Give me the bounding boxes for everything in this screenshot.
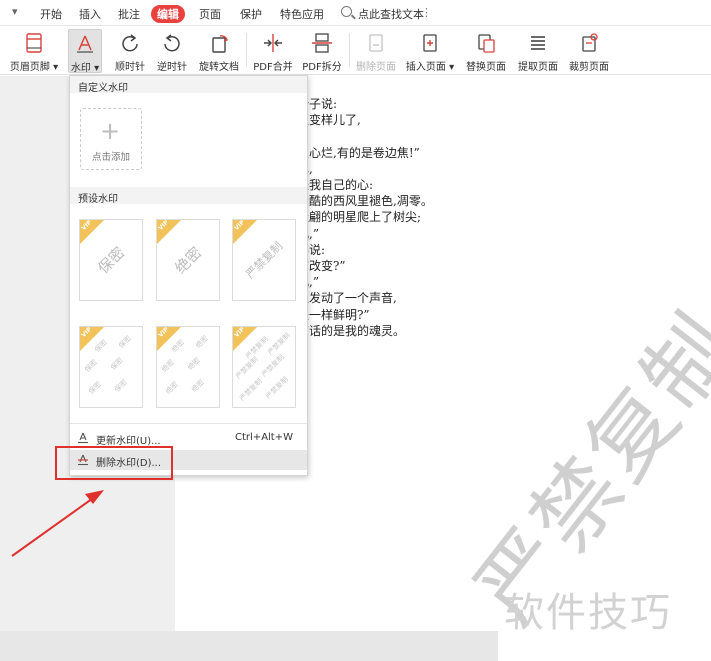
tab-insert[interactable]: 插入 [79, 6, 101, 22]
app-window: { "menubar": { "quick_arrow": "▾", "tabs… [0, 0, 711, 661]
text-line: 又变样儿了, [297, 113, 361, 128]
tab-page[interactable]: 页面 [199, 6, 221, 22]
watermark-dropdown: 自定义水印 + 点击添加 预设水印 保密 VIP 绝密 VIP 严禁复制 VIP… [69, 75, 308, 476]
menu-divider [70, 423, 307, 424]
vip-badge: VIP [233, 220, 257, 244]
tab-features[interactable]: 特色应用 [280, 6, 324, 22]
toolbar-divider [349, 33, 350, 67]
vip-badge: VIP [233, 327, 257, 351]
rotate-clockwise-icon [122, 34, 138, 52]
header-footer-button[interactable]: 页眉页脚 ▾ [5, 29, 63, 73]
text-line: 冷酷的西风里褪色,凋零。 [297, 194, 433, 209]
vip-badge: VIP [80, 327, 104, 351]
extract-page-icon [531, 36, 545, 50]
vip-badge: VIP [157, 327, 181, 351]
quick-access-dropdown[interactable]: ▾ [12, 5, 18, 18]
text-line: 简话的是我的魂灵。 [297, 323, 406, 338]
pdf-split-icon [312, 33, 332, 53]
watermark-button[interactable]: 水印 ▾ [68, 29, 102, 74]
insert-page-button[interactable]: 插入页面 ▾ [404, 29, 456, 73]
text-line: 已, [297, 161, 433, 177]
document-text: 叶子说: 又变样儿了, 虫心烂,有的是卷边焦!” 已, 是我自己的心: 冷酷的西… [297, 96, 433, 339]
crop-page-icon [582, 33, 598, 52]
text-line: 是我自己的心: [297, 178, 374, 193]
text-line: 走翩的明星爬上了树尖; [297, 210, 422, 225]
site-watermark: 软件技巧 [504, 590, 672, 636]
watermark-icon [77, 35, 93, 53]
text-line [297, 128, 433, 144]
update-watermark-icon [78, 432, 88, 444]
replace-page-icon [478, 34, 495, 53]
search-text-link[interactable]: 点此查找文本 [358, 6, 424, 22]
text-line: 弗说: [297, 242, 326, 257]
rotate-document-icon [212, 35, 229, 53]
header-footer-icon [26, 33, 42, 53]
search-icon[interactable] [341, 6, 352, 17]
plus-icon: + [100, 117, 121, 145]
add-custom-watermark-button[interactable]: + 点击添加 [80, 108, 142, 170]
text-line: 又发动了一个声音, [297, 291, 397, 306]
pdf-merge-button[interactable]: PDF合并 [251, 29, 295, 73]
extract-page-button[interactable]: 提取页面 [515, 29, 561, 73]
preset-watermark-title: 预设水印 [70, 187, 307, 205]
highlight-box [55, 446, 173, 480]
menu-bar: ▾ 开始 插入 批注 编辑 页面 保护 特色应用 点此查找文本 ⋮ [0, 0, 711, 26]
horizontal-scrollbar[interactable] [0, 631, 498, 661]
vip-badge: VIP [80, 220, 104, 244]
preset-watermark-confidential[interactable]: 保密 VIP [79, 219, 143, 301]
text-line: 儿,” [297, 226, 433, 242]
tab-comment[interactable]: 批注 [118, 6, 140, 22]
vip-badge: VIP [157, 220, 181, 244]
preset-watermark-confidential-tiled[interactable]: 保密 保密 保密 保密 保密 保密 VIP [79, 326, 143, 408]
delete-page-button[interactable]: 删除页面 [354, 29, 398, 73]
delete-page-icon [369, 34, 383, 52]
text-line: 虫心烂,有的是卷边焦!” [297, 145, 420, 160]
insert-page-icon [423, 34, 437, 52]
rotate-counterclockwise-button[interactable]: 逆时针 [152, 29, 192, 73]
tab-edit[interactable]: 编辑 [151, 5, 185, 23]
update-watermark-item[interactable]: 更新水印(U)... Ctrl+Alt+W [70, 428, 307, 448]
annotation-arrow [11, 490, 104, 557]
pdf-merge-icon [264, 34, 282, 52]
text-line: 叶子说: [297, 97, 338, 111]
tab-start[interactable]: 开始 [40, 6, 62, 22]
preset-watermark-top-secret-tiled[interactable]: 绝密 绝密 绝密 绝密 绝密 绝密 VIP [156, 326, 220, 408]
text-line: 是一样鲜明?” [297, 307, 370, 322]
replace-page-button[interactable]: 替换页面 [463, 29, 509, 73]
preset-watermark-top-secret[interactable]: 绝密 VIP [156, 219, 220, 301]
add-label: 点击添加 [91, 152, 130, 163]
ribbon-toolbar: 页眉页脚 ▾ 水印 ▾ 顺时针 逆时针 旋转文档 PDF合并 PDF拆分 删除页… [0, 27, 711, 75]
text-line: 儿,” [297, 274, 433, 290]
rotate-counterclockwise-icon [164, 34, 180, 52]
text-line: 有改变?” [297, 259, 346, 274]
preset-watermark-no-copy[interactable]: 严禁复制 VIP [232, 219, 296, 301]
tab-protect[interactable]: 保护 [240, 6, 262, 22]
crop-page-button[interactable]: 裁剪页面 [566, 29, 612, 73]
toolbar-divider [246, 33, 247, 67]
rotate-clockwise-button[interactable]: 顺时针 [110, 29, 150, 73]
more-icon[interactable]: ⋮ [421, 6, 432, 19]
rotate-document-button[interactable]: 旋转文档 [196, 29, 242, 73]
custom-watermark-title: 自定义水印 [70, 76, 307, 94]
pdf-split-button[interactable]: PDF拆分 [300, 29, 344, 73]
preset-watermark-no-copy-tiled[interactable]: 严禁复制 严禁复制 严禁复制 严禁复制 严禁复制 严禁复制 VIP [232, 326, 296, 408]
